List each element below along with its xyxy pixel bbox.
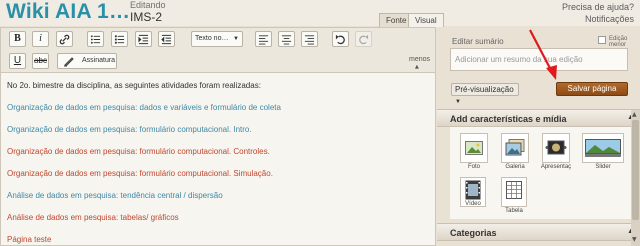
gallery-tile[interactable] (501, 133, 529, 163)
align-center-button[interactable] (278, 31, 295, 47)
video-icon (465, 180, 481, 200)
slideshow-icon (545, 140, 567, 155)
align-left-icon (258, 35, 269, 45)
slider-icon (585, 139, 621, 157)
text-style-select[interactable]: Texto no… ▼ (191, 31, 243, 47)
wiki-title[interactable]: Wiki AIA 1… (6, 0, 130, 24)
content-link[interactable]: Organização de dados em pesquisa: dados … (7, 103, 281, 112)
numbered-list-button[interactable] (111, 31, 128, 47)
strikethrough-button[interactable]: abc (32, 53, 49, 69)
signature-label: Assinatura (82, 57, 116, 64)
gallery-icon (505, 139, 525, 156)
preview-label: Pré-visualização (455, 85, 514, 94)
sidebar-scrollbar[interactable]: ▲ ▼ (631, 110, 640, 246)
save-page-button[interactable]: Salvar página (556, 82, 628, 96)
align-center-icon (281, 35, 292, 45)
less-toggle[interactable]: menos (409, 56, 430, 63)
summary-label: Editar sumário (452, 37, 504, 46)
scroll-thumb[interactable] (632, 120, 639, 220)
table-label: Tabela (505, 208, 523, 214)
content-link[interactable]: Análise de dados em pesquisa: tendência … (7, 191, 223, 200)
photo-icon (465, 141, 483, 155)
preview-button[interactable]: Pré-visualização ▼ (451, 83, 519, 105)
align-left-button[interactable] (255, 31, 272, 47)
editor-toolbar: B i Texto no… ▼ U abc Assinatura menos ▲ (1, 28, 435, 73)
outdent-icon (161, 34, 172, 45)
signature-pen-icon (64, 57, 74, 67)
content-link[interactable]: Organização de dados em pesquisa: formul… (7, 125, 252, 134)
categories-section-header[interactable]: Categorias ▲ (437, 223, 640, 241)
redo-button[interactable] (355, 31, 372, 47)
chevron-down-icon: ▼ (455, 99, 461, 105)
indent-icon (138, 34, 149, 45)
categories-title: Categorias (450, 228, 497, 238)
notifications-link[interactable]: Notificações (585, 14, 634, 24)
slider-label: Slider (595, 164, 611, 170)
content-link[interactable]: Organização de dados em pesquisa: formul… (7, 147, 270, 156)
page-name: IMS-2 (130, 10, 163, 24)
minor-edit-label: Edição menor (609, 36, 628, 48)
video-label: Vídeo (465, 201, 481, 207)
text-style-value: Texto no… (195, 35, 229, 42)
scroll-down-icon[interactable]: ▼ (632, 236, 637, 243)
gallery-label: Galeria (505, 164, 525, 170)
tab-visual[interactable]: Visual (408, 13, 444, 28)
help-link[interactable]: Precisa de ajuda? (562, 2, 634, 12)
slideshow-label: Apresentaç (540, 164, 572, 170)
align-right-icon (304, 35, 315, 45)
content-link[interactable]: Análise de dados em pesquisa: tabelas/ g… (7, 213, 179, 222)
media-section-header[interactable]: Add características e mídia ▲ (437, 109, 640, 127)
slideshow-tile[interactable] (542, 133, 570, 163)
header: Wiki AIA 1… Editando IMS-2 Precisa de aj… (0, 0, 640, 26)
italic-button[interactable]: i (32, 31, 49, 47)
content-line: No 2o. bimestre da disciplina, as seguin… (7, 81, 261, 90)
redo-icon (359, 34, 369, 45)
chevron-up-icon[interactable]: ▲ (415, 64, 419, 70)
media-panel: Foto Galeria Apresentaç Slider Vídeo Tab… (450, 127, 633, 219)
chevron-down-icon: ▼ (233, 36, 239, 42)
annotation-arrow (529, 29, 557, 80)
underline-button[interactable]: U (9, 53, 26, 69)
numbered-list-icon (114, 35, 125, 44)
bold-button[interactable]: B (9, 31, 26, 47)
indent-button[interactable] (135, 31, 152, 47)
align-right-button[interactable] (301, 31, 318, 47)
scroll-up-icon[interactable]: ▲ (632, 111, 637, 118)
slider-tile[interactable] (582, 133, 624, 163)
bullet-list-button[interactable] (87, 31, 104, 47)
table-tile[interactable] (501, 177, 527, 207)
bullet-list-icon (90, 35, 101, 44)
signature-button[interactable]: Assinatura (57, 53, 117, 69)
editing-label: Editando (130, 0, 166, 10)
table-icon (506, 181, 522, 199)
photo-label: Foto (467, 164, 480, 170)
content-link[interactable]: Página teste (7, 235, 51, 244)
editor-panel: B i Texto no… ▼ U abc Assinatura menos ▲… (0, 27, 436, 246)
photo-tile[interactable] (460, 133, 488, 163)
undo-icon (335, 34, 345, 45)
content-link[interactable]: Organização de dados em pesquisa: formul… (7, 169, 273, 178)
undo-button[interactable] (332, 31, 349, 47)
link-icon (59, 34, 70, 45)
media-section-title: Add características e mídia (450, 114, 567, 124)
outdent-button[interactable] (158, 31, 175, 47)
link-button[interactable] (56, 31, 73, 47)
minor-edit-checkbox[interactable] (598, 36, 606, 44)
